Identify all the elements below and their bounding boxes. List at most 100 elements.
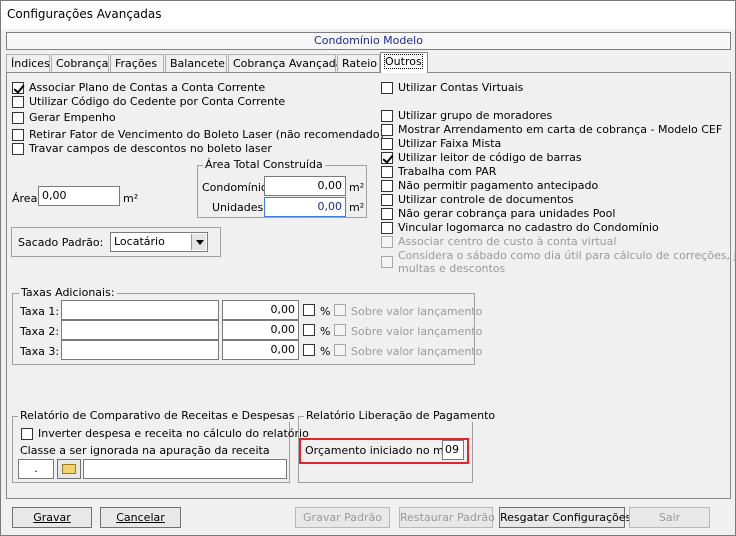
taxa-2-name-input[interactable] bbox=[61, 320, 219, 340]
taxa-3-value-input[interactable]: 0,00 bbox=[222, 340, 299, 360]
restaurar-padrao-button[interactable]: Restaurar Padrão bbox=[399, 507, 495, 528]
taxa-2-percent-label: % bbox=[320, 325, 331, 338]
gravar-padrao-button[interactable]: Gravar Padrão bbox=[295, 507, 390, 528]
title-bar: Configurações Avançadas bbox=[1, 1, 735, 29]
checkbox-leitor-codigo[interactable] bbox=[381, 152, 393, 164]
classe-code-input[interactable]: . bbox=[18, 459, 54, 479]
sair-button[interactable]: Sair bbox=[629, 507, 710, 528]
area-total-title: Área Total Construída bbox=[203, 158, 325, 171]
checkbox-contas-virtuais[interactable] bbox=[381, 82, 393, 94]
taxa-3-percent-checkbox[interactable] bbox=[303, 344, 315, 356]
label-retirar-fator: Retirar Fator de Vencimento do Boleto La… bbox=[29, 128, 384, 141]
label-controle-documentos: Utilizar controle de documentos bbox=[398, 193, 574, 206]
tab-indices[interactable]: Índices bbox=[6, 54, 50, 73]
taxa-1-sobre-checkbox[interactable] bbox=[334, 304, 346, 316]
label-logomarca: Vincular logomarca no cadastro do Condom… bbox=[398, 221, 659, 234]
resgatar-configuracoes-button[interactable]: Resgatar Configurações bbox=[499, 507, 631, 528]
checkbox-faixa-mista[interactable] bbox=[381, 138, 393, 150]
classe-ignorada-label: Classe a ser ignorada na apuração da rec… bbox=[20, 444, 270, 457]
tab-panel-outros: Associar Plano de Contas a Conta Corrent… bbox=[6, 72, 736, 499]
taxa-1-name-input[interactable] bbox=[61, 300, 219, 320]
checkbox-codigo-cedente[interactable] bbox=[12, 96, 24, 108]
taxa-3-name-input[interactable] bbox=[61, 340, 219, 360]
tab-balancete[interactable]: Balancete bbox=[165, 54, 227, 73]
label-contas-virtuais: Utilizar Contas Virtuais bbox=[398, 81, 524, 94]
condominio-area-input[interactable]: 0,00 bbox=[264, 176, 346, 196]
label-pagamento-antecipado: Não permitir pagamento antecipado bbox=[398, 179, 599, 192]
checkbox-arrendamento[interactable] bbox=[381, 124, 393, 136]
taxa-3-sobre-checkbox[interactable] bbox=[334, 344, 346, 356]
taxa-2-sobre-checkbox[interactable] bbox=[334, 324, 346, 336]
label-sabado-dia-util-cont: multas e descontos bbox=[398, 262, 506, 275]
checkbox-retirar-fator[interactable] bbox=[12, 129, 24, 141]
unidades-unit: m² bbox=[349, 201, 365, 214]
classe-desc-input bbox=[83, 459, 287, 479]
area-input[interactable]: 0,00 bbox=[38, 186, 120, 206]
taxa-1-value-input[interactable]: 0,00 bbox=[222, 300, 299, 320]
checkbox-pagamento-antecipado[interactable] bbox=[381, 180, 393, 192]
checkbox-grupo-moradores[interactable] bbox=[381, 110, 393, 122]
tab-cobranca[interactable]: Cobrança bbox=[51, 54, 109, 73]
tab-outros[interactable]: Outros bbox=[380, 52, 428, 73]
orcamento-mes-input[interactable]: 09 bbox=[442, 440, 464, 460]
taxa-3-percent-label: % bbox=[320, 345, 331, 358]
browse-classe-button[interactable] bbox=[57, 459, 81, 479]
checkbox-centro-custo[interactable] bbox=[381, 236, 393, 248]
taxas-title: Taxas Adicionais: bbox=[19, 286, 117, 299]
label-associar-plano: Associar Plano de Contas a Conta Corrent… bbox=[29, 81, 266, 94]
label-arrendamento: Mostrar Arrendamento em carta de cobranç… bbox=[398, 123, 723, 136]
tab-fracoes[interactable]: Frações bbox=[110, 54, 164, 73]
sacado-label: Sacado Padrão: bbox=[18, 236, 104, 249]
taxa-1-percent-checkbox[interactable] bbox=[303, 304, 315, 316]
taxa-3-sobre-label: Sobre valor lançamento bbox=[351, 345, 483, 358]
label-inverter-despesa: Inverter despesa e receita no cálculo do… bbox=[38, 427, 309, 440]
label-faixa-mista: Utilizar Faixa Mista bbox=[398, 137, 502, 150]
checkbox-controle-documentos[interactable] bbox=[381, 194, 393, 206]
relatorio-comparativo-title: Relatório de Comparativo de Receitas e D… bbox=[18, 409, 297, 422]
label-codigo-cedente: Utilizar Código do Cedente por Conta Cor… bbox=[29, 95, 286, 108]
taxa-3-label: Taxa 3: bbox=[20, 345, 60, 358]
orcamento-label: Orçamento iniciado no mês: bbox=[305, 444, 460, 457]
area-unit: m² bbox=[123, 192, 139, 205]
label-trabalha-par: Trabalha com PAR bbox=[398, 165, 497, 178]
sacado-select[interactable]: Locatário bbox=[110, 232, 208, 252]
gravar-button[interactable]: Gravar bbox=[12, 507, 92, 528]
condominio-unit: m² bbox=[349, 181, 365, 194]
chevron-down-icon[interactable] bbox=[191, 234, 206, 250]
checkbox-logomarca[interactable] bbox=[381, 222, 393, 234]
window-title: Configurações Avançadas bbox=[7, 7, 162, 21]
taxa-1-percent-label: % bbox=[320, 305, 331, 318]
tab-rateio[interactable]: Rateio bbox=[337, 54, 380, 73]
folder-icon bbox=[62, 464, 76, 474]
checkbox-gerar-empenho[interactable] bbox=[12, 112, 24, 124]
label-gerar-empenho: Gerar Empenho bbox=[29, 111, 116, 124]
label-leitor-codigo: Utilizar leitor de código de barras bbox=[398, 151, 582, 164]
sacado-value: Locatário bbox=[114, 235, 165, 248]
settings-window: Configurações Avançadas Condomínio Model… bbox=[0, 0, 736, 536]
label-travar-descontos: Travar campos de descontos no boleto las… bbox=[29, 142, 272, 155]
taxa-2-value-input[interactable]: 0,00 bbox=[222, 320, 299, 340]
checkbox-inverter-despesa[interactable] bbox=[21, 428, 33, 440]
label-grupo-moradores: Utilizar grupo de moradores bbox=[398, 109, 553, 122]
relatorio-liberacao-title: Relatório Liberação de Pagamento bbox=[304, 409, 498, 422]
checkbox-unidades-pool[interactable] bbox=[381, 208, 393, 220]
checkbox-associar-plano[interactable] bbox=[12, 82, 24, 94]
taxa-1-label: Taxa 1: bbox=[20, 305, 60, 318]
checkbox-sabado-dia-util[interactable] bbox=[381, 256, 393, 268]
unidades-area-input[interactable]: 0,00 bbox=[264, 197, 346, 217]
cancelar-button[interactable]: Cancelar bbox=[100, 507, 181, 528]
label-unidades-pool: Não gerar cobrança para unidades Pool bbox=[398, 207, 616, 220]
taxa-2-sobre-label: Sobre valor lançamento bbox=[351, 325, 483, 338]
taxa-2-label: Taxa 2: bbox=[20, 325, 60, 338]
tab-cobranca-avancada[interactable]: Cobrança Avançada bbox=[228, 54, 343, 73]
label-centro-custo: Associar centro de custo à conta virtual bbox=[398, 235, 617, 248]
checkbox-travar-descontos[interactable] bbox=[12, 143, 24, 155]
condominio-label: Condomínio: bbox=[202, 181, 272, 194]
condominio-header: Condomínio Modelo bbox=[6, 32, 731, 50]
label-sabado-dia-util: Considera o sábado como dia útil para cá… bbox=[398, 249, 736, 262]
area-label: Área: bbox=[12, 192, 42, 205]
taxa-1-sobre-label: Sobre valor lançamento bbox=[351, 305, 483, 318]
checkbox-trabalha-par[interactable] bbox=[381, 166, 393, 178]
unidades-label: Unidades: bbox=[212, 201, 267, 214]
taxa-2-percent-checkbox[interactable] bbox=[303, 324, 315, 336]
